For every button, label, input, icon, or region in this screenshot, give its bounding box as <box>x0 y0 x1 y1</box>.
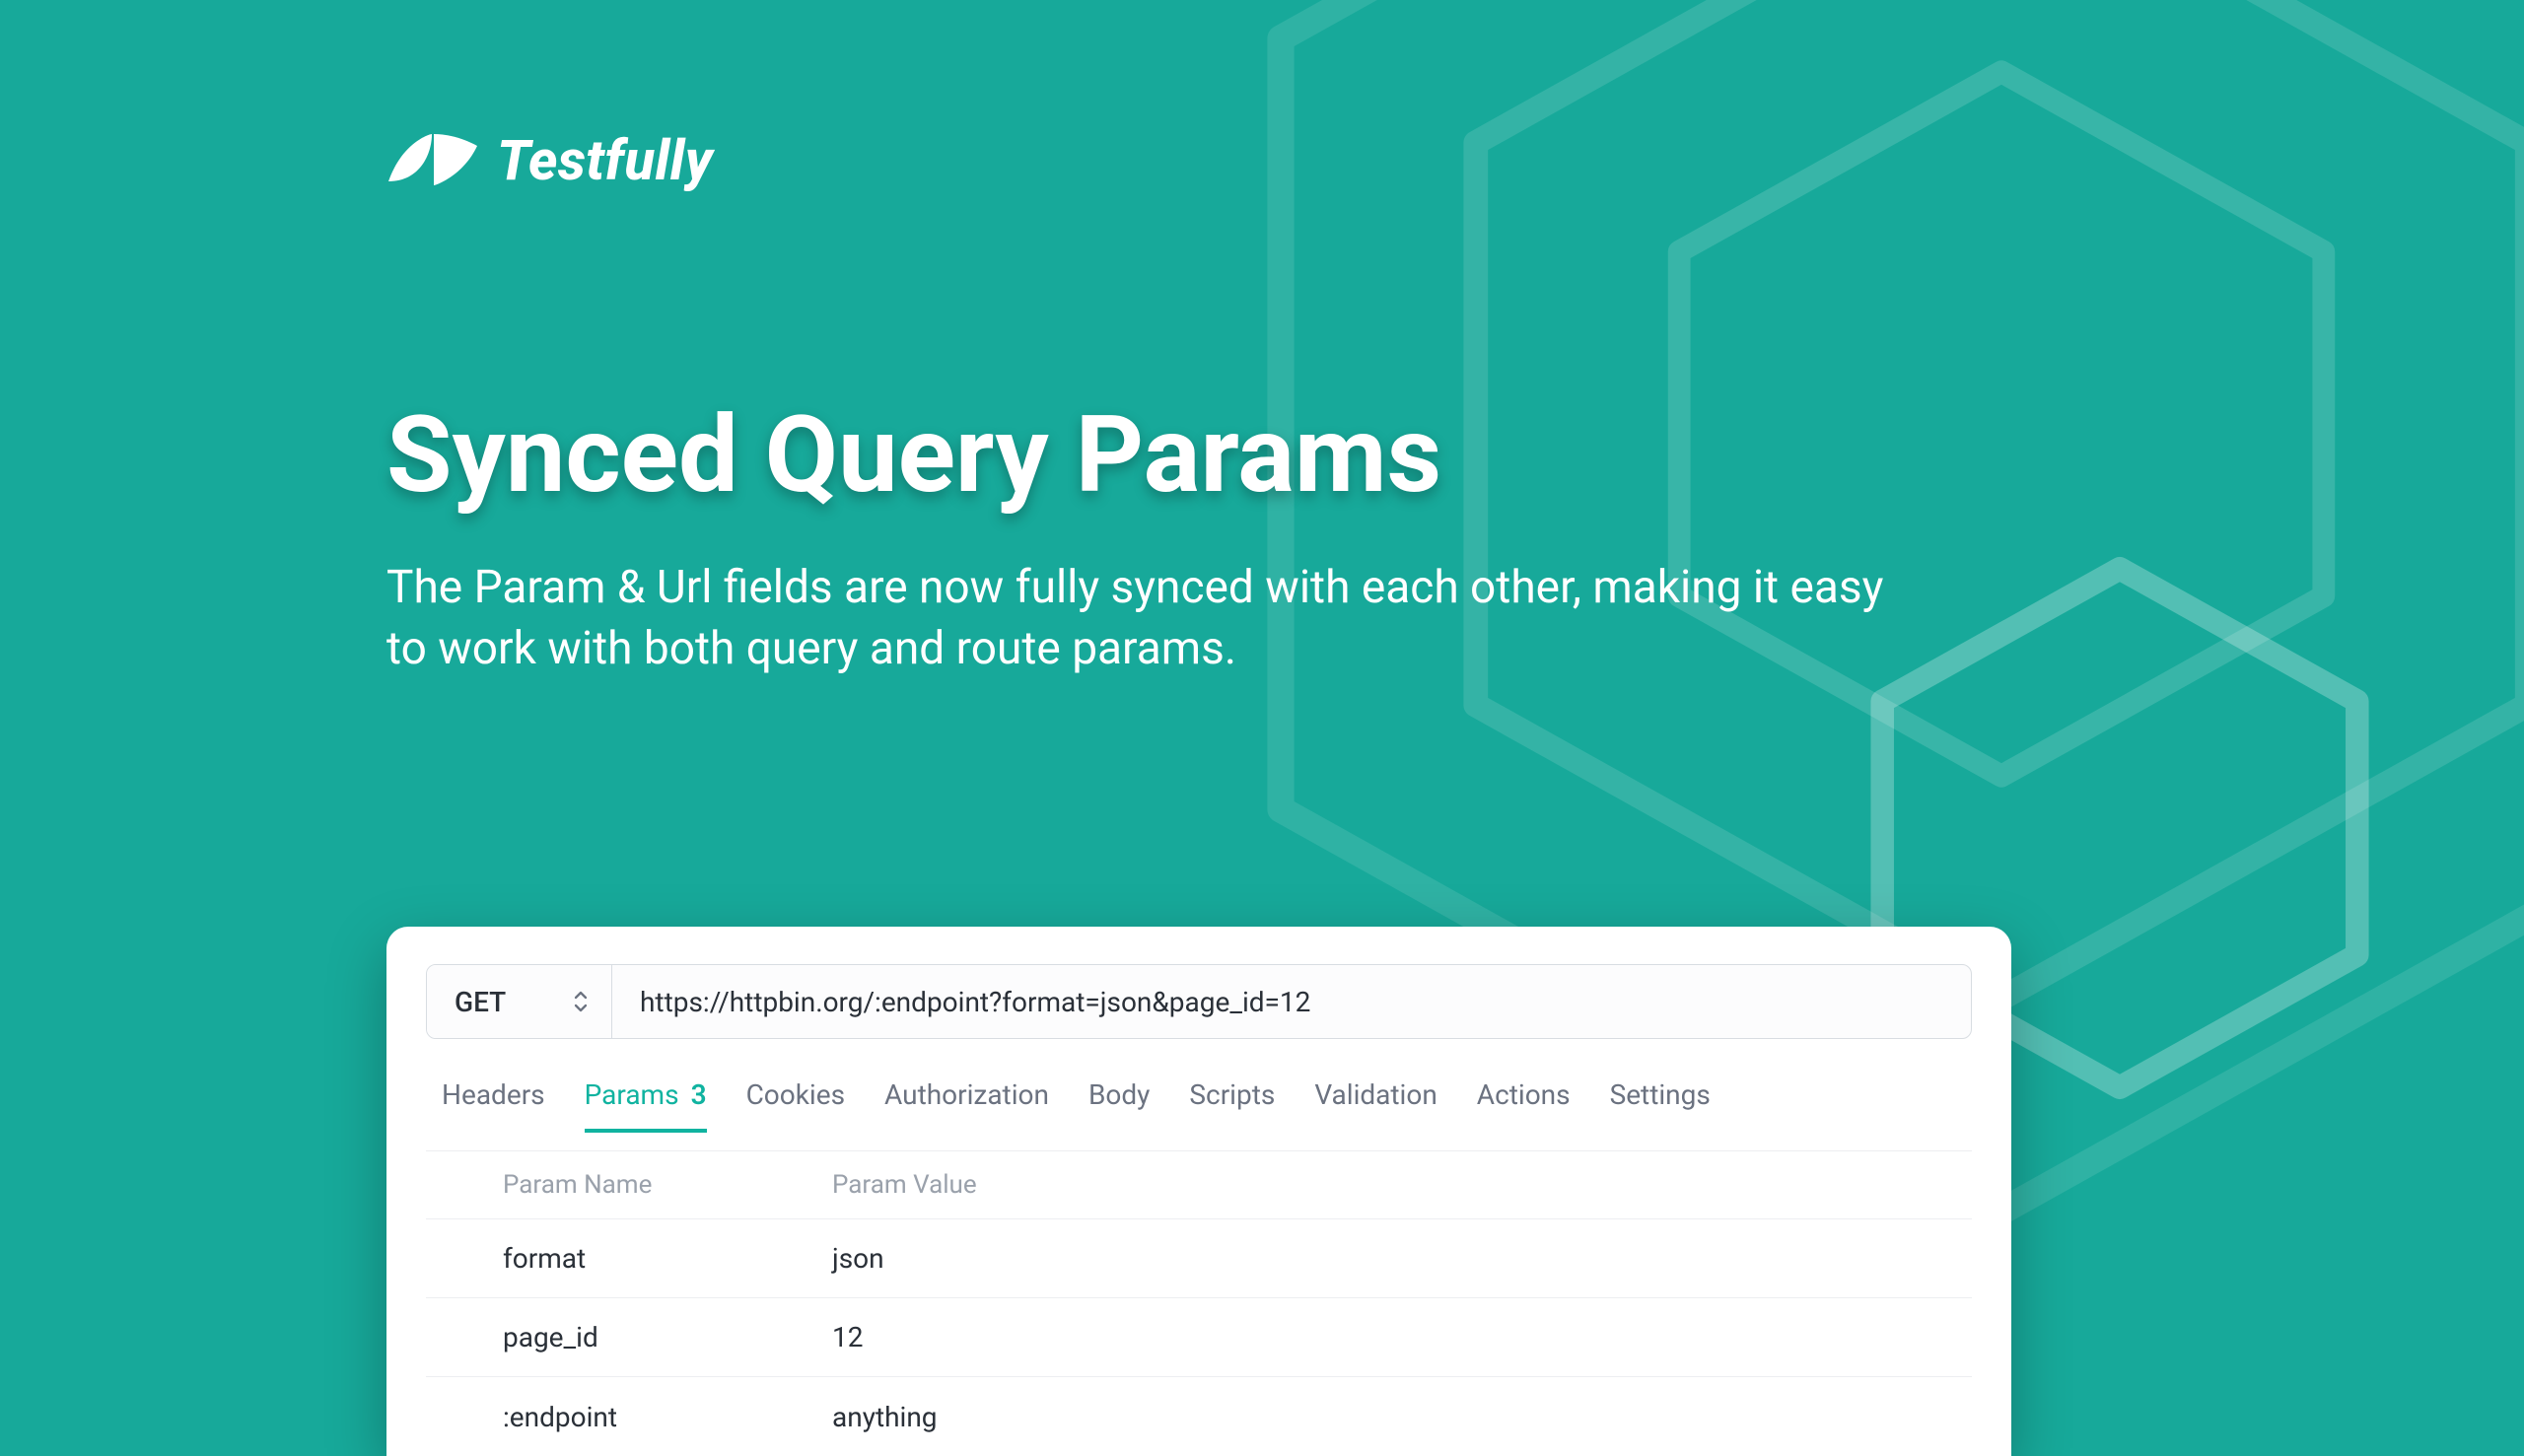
tab-actions[interactable]: Actions <box>1477 1078 1571 1133</box>
http-method-value: GET <box>455 986 506 1018</box>
tab-authorization[interactable]: Authorization <box>884 1078 1049 1133</box>
tab-scripts[interactable]: Scripts <box>1189 1078 1275 1133</box>
param-value-cell[interactable]: 12 <box>810 1298 1972 1376</box>
tab-bar: Headers Params 3 Cookies Authorization Body Sc… <box>426 1078 1972 1133</box>
params-table: Param Name Param Value formatjsonpage_id… <box>426 1150 1972 1456</box>
table-row: :endpointanything <box>426 1377 1972 1456</box>
param-value-cell[interactable]: json <box>810 1219 1972 1297</box>
chevron-updown-icon <box>572 989 590 1014</box>
param-value-cell[interactable]: anything <box>810 1377 1972 1456</box>
leaf-icon <box>386 132 479 189</box>
tab-label: Authorization <box>884 1078 1049 1111</box>
param-name-cell[interactable]: :endpoint <box>426 1377 810 1456</box>
request-row: GET https://httpbin.org/:endpoint?format… <box>426 964 1972 1039</box>
tab-label: Actions <box>1477 1078 1571 1111</box>
tab-label: Scripts <box>1189 1078 1275 1111</box>
tab-label: Headers <box>442 1078 545 1111</box>
tab-label: Body <box>1088 1078 1150 1111</box>
brand-name: Testfully <box>497 128 713 193</box>
tab-count: 3 <box>691 1078 707 1111</box>
tab-settings[interactable]: Settings <box>1610 1078 1711 1133</box>
tab-label: Validation <box>1314 1078 1437 1111</box>
param-name-cell[interactable]: format <box>426 1219 810 1297</box>
table-row: formatjson <box>426 1219 1972 1298</box>
tab-body[interactable]: Body <box>1088 1078 1150 1133</box>
tab-params[interactable]: Params 3 <box>585 1078 707 1133</box>
brand-logo: Testfully <box>386 128 2141 193</box>
http-method-select[interactable]: GET <box>427 965 612 1038</box>
table-row: page_id12 <box>426 1298 1972 1377</box>
tab-cookies[interactable]: Cookies <box>746 1078 845 1133</box>
params-header-row: Param Name Param Value <box>426 1150 1972 1219</box>
tab-validation[interactable]: Validation <box>1314 1078 1437 1133</box>
params-header-value: Param Value <box>810 1151 1972 1218</box>
tab-headers[interactable]: Headers <box>442 1078 545 1133</box>
url-value: https://httpbin.org/:endpoint?format=jso… <box>640 986 1310 1018</box>
request-card: GET https://httpbin.org/:endpoint?format… <box>386 927 2011 1456</box>
page-subtitle: The Param & Url fields are now fully syn… <box>386 557 1905 679</box>
url-input[interactable]: https://httpbin.org/:endpoint?format=jso… <box>612 965 1971 1038</box>
tab-label: Cookies <box>746 1078 845 1111</box>
params-header-name: Param Name <box>426 1151 810 1218</box>
tab-label: Settings <box>1610 1078 1711 1111</box>
tab-label: Params <box>585 1078 679 1111</box>
param-name-cell[interactable]: page_id <box>426 1298 810 1376</box>
page-title: Synced Query Params <box>386 400 2141 512</box>
